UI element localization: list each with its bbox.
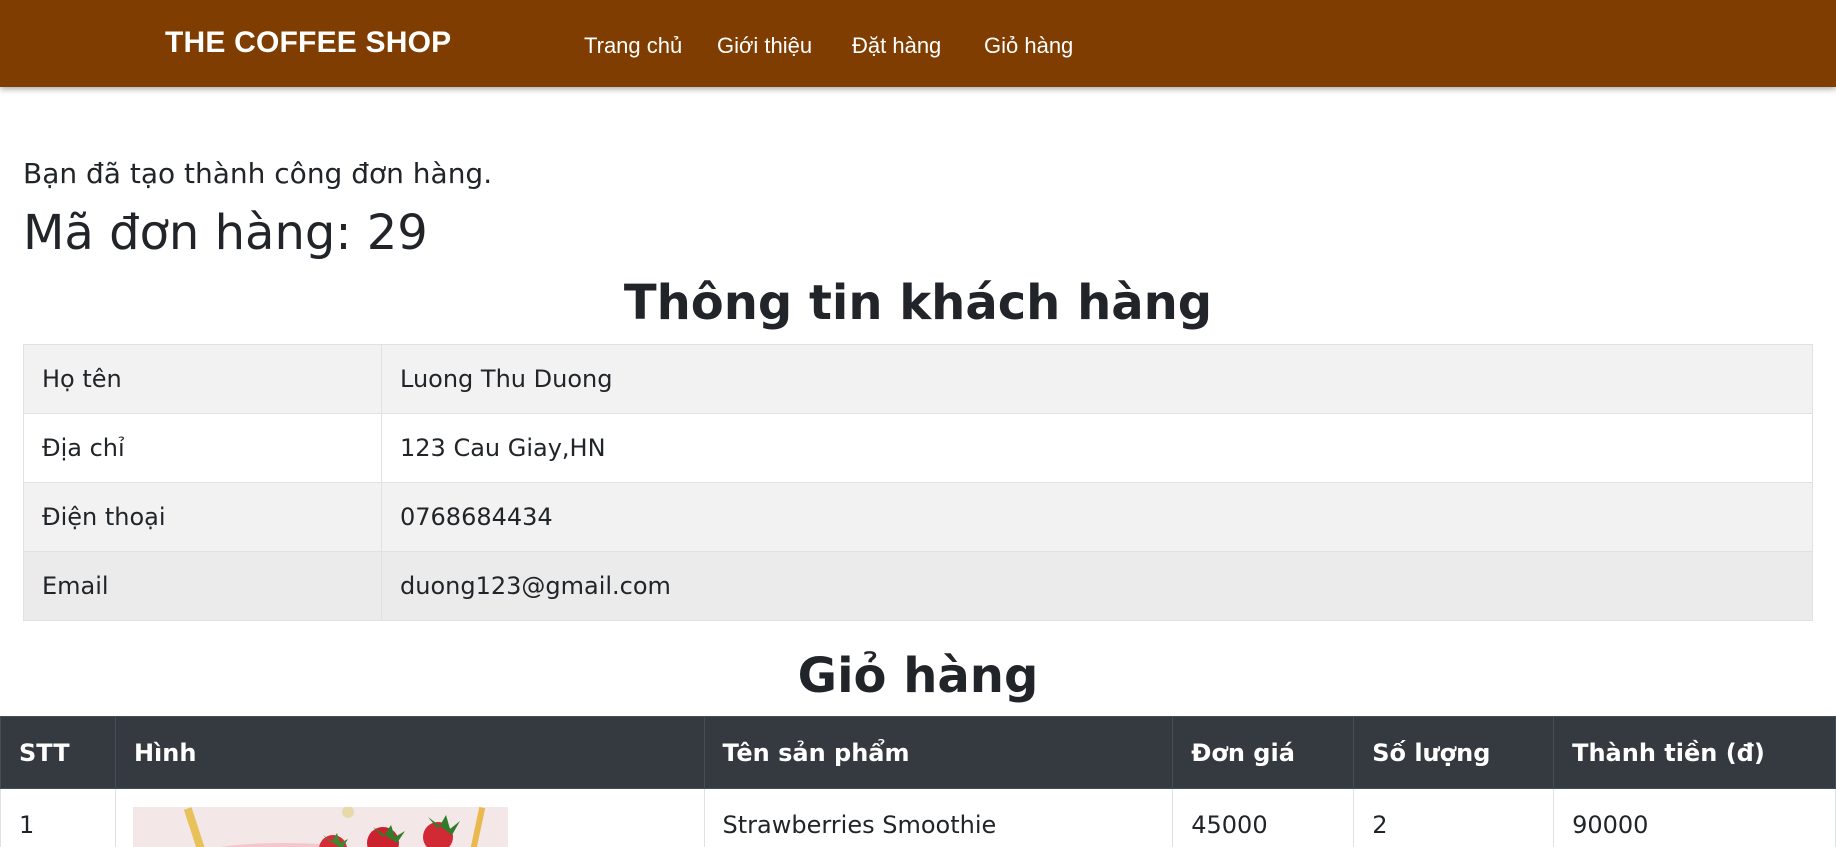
strawberry-smoothie-image xyxy=(133,807,508,847)
customer-email-label: Email xyxy=(23,551,382,621)
customer-info-title: Thông tin khách hàng xyxy=(623,275,1213,331)
table-row: Địa chỉ 123 Cau Giay,HN xyxy=(23,413,1813,483)
cart-row-unit-price: 45000 xyxy=(1172,788,1355,847)
customer-phone-label: Điện thoại xyxy=(23,482,382,552)
cart-row-quantity: 2 xyxy=(1353,788,1555,847)
col-header-image: Hình xyxy=(114,716,705,789)
cart-row-stt: 1 xyxy=(0,788,116,847)
col-header-product-name: Tên sản phẩm xyxy=(703,716,1174,789)
cart-title: Giỏ hàng xyxy=(797,648,1039,704)
table-row: Họ tên Luong Thu Duong xyxy=(23,344,1813,414)
customer-address-label: Địa chỉ xyxy=(23,413,382,483)
col-header-quantity: Số lượng xyxy=(1353,716,1555,789)
table-row: Email duong123@gmail.com xyxy=(23,551,1813,621)
customer-name-label: Họ tên xyxy=(23,344,382,414)
navbar: THE COFFEE SHOP Trang chủ Giới thiệu Đặt… xyxy=(0,0,1836,87)
table-header-row: STT Hình Tên sản phẩm Đơn giá Số lượng T… xyxy=(0,716,1836,789)
order-code: Mã đơn hàng: 29 xyxy=(23,205,428,261)
col-header-stt: STT xyxy=(0,716,116,789)
nav-link-order[interactable]: Đặt hàng xyxy=(852,33,941,59)
customer-email-value: duong123@gmail.com xyxy=(381,551,1813,621)
success-message: Bạn đã tạo thành công đơn hàng. xyxy=(23,157,493,190)
customer-phone-value: 0768684434 xyxy=(381,482,1813,552)
customer-info-table: Họ tên Luong Thu Duong Địa chỉ 123 Cau G… xyxy=(23,344,1813,621)
col-header-unit-price: Đơn giá xyxy=(1172,716,1355,789)
nav-link-cart[interactable]: Giỏ hàng xyxy=(984,33,1073,59)
nav-link-about[interactable]: Giới thiệu xyxy=(717,33,812,59)
brand-logo[interactable]: THE COFFEE SHOP xyxy=(165,26,451,60)
customer-address-value: 123 Cau Giay,HN xyxy=(381,413,1813,483)
customer-name-value: Luong Thu Duong xyxy=(381,344,1813,414)
col-header-total: Thành tiền (đ) xyxy=(1553,716,1836,789)
cart-row-total: 90000 xyxy=(1553,788,1836,847)
nav-link-home[interactable]: Trang chủ xyxy=(584,33,682,59)
table-row: Điện thoại 0768684434 xyxy=(23,482,1813,552)
cart-row-product-name: Strawberries Smoothie xyxy=(703,788,1174,847)
